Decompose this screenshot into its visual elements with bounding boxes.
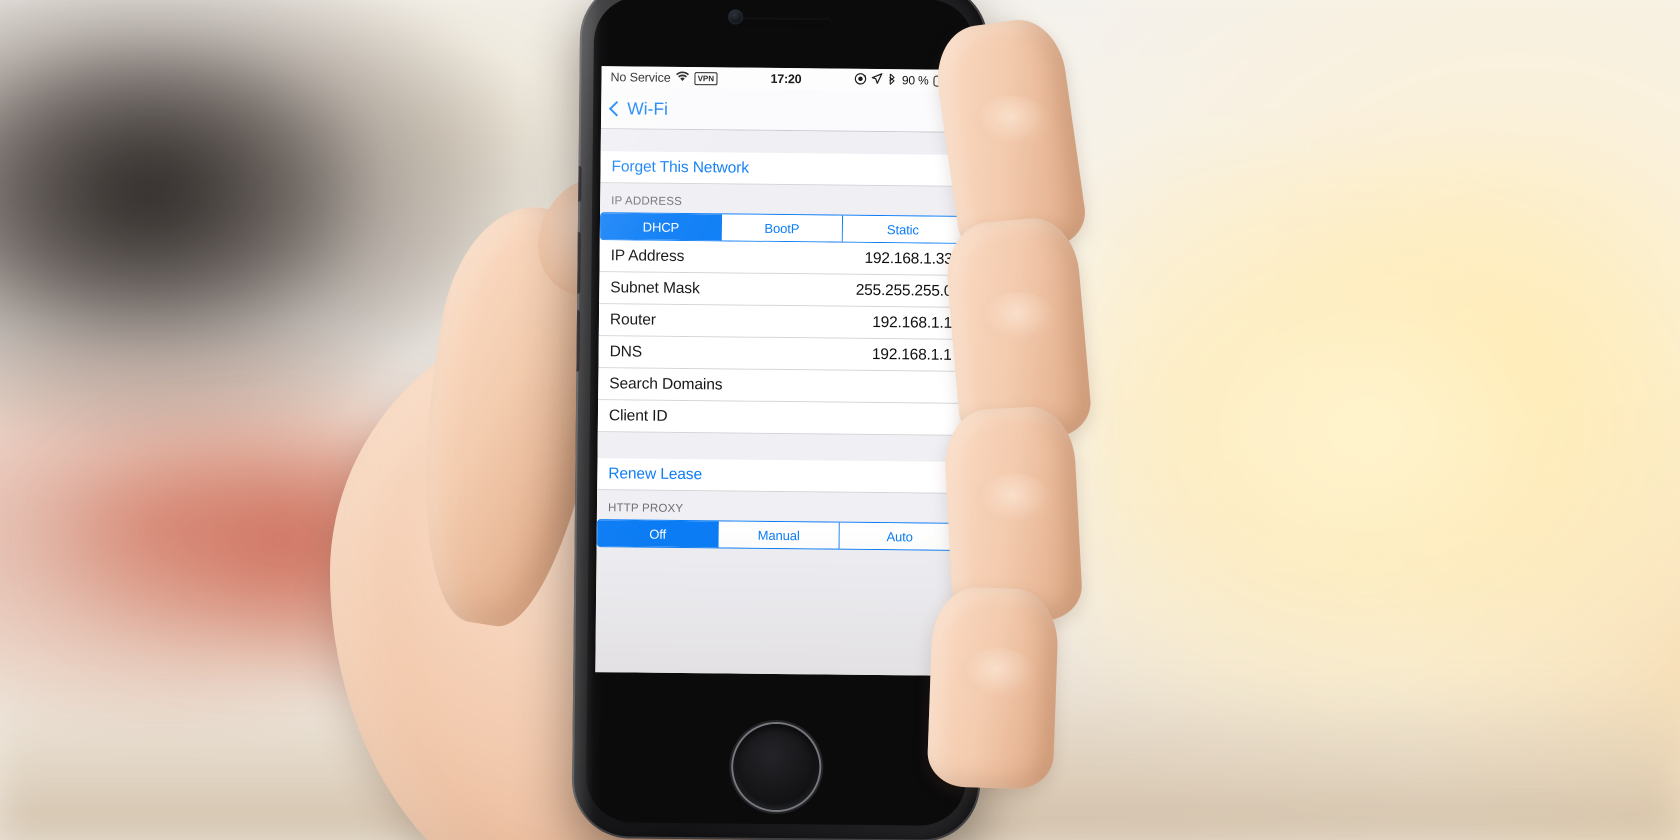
fingers-front <box>0 0 1680 840</box>
screenshot-stage: No Service VPN 17:20 90 % Wi-Fi Forget T… <box>0 0 1680 840</box>
index-knuckle-highlight <box>972 96 1050 148</box>
little-knuckle-highlight <box>958 648 1036 700</box>
ring-knuckle-highlight <box>974 474 1052 526</box>
middle-knuckle-highlight <box>978 292 1056 344</box>
